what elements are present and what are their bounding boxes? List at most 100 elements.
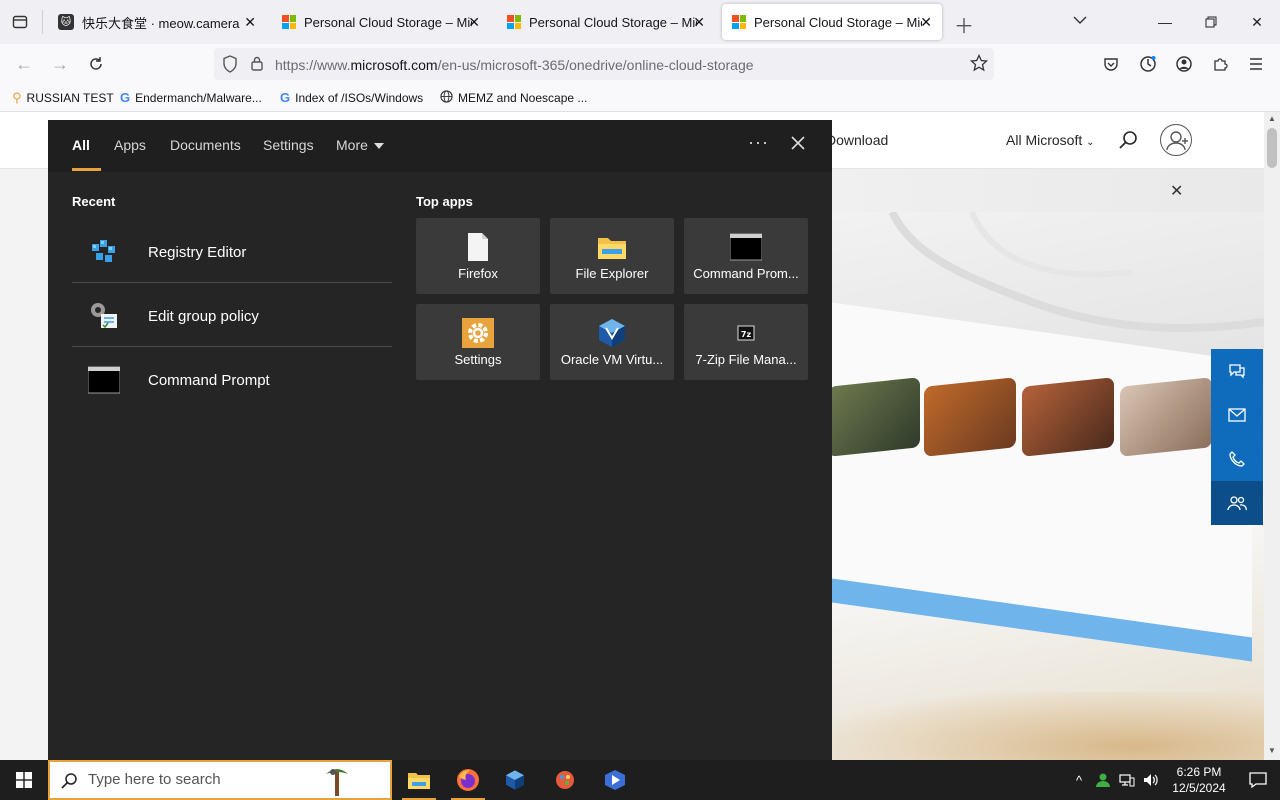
url-path: /en-us/microsoft-365/onedrive/online-clo… xyxy=(437,57,754,73)
tray-volume[interactable] xyxy=(1140,760,1162,800)
scrollbar-thumb[interactable] xyxy=(1267,128,1277,168)
taskbar-app[interactable] xyxy=(592,760,638,800)
site-search-icon[interactable] xyxy=(1118,129,1140,151)
url-text[interactable]: https://www.microsoft.com/en-us/microsof… xyxy=(275,57,754,73)
community-button[interactable] xyxy=(1211,481,1263,525)
recent-item-edit-group-policy[interactable]: Edit group policy xyxy=(72,284,392,348)
photo-thumbnail xyxy=(924,377,1016,457)
more-label: More xyxy=(336,137,368,153)
lock-icon[interactable] xyxy=(250,55,264,76)
email-button[interactable] xyxy=(1211,393,1263,437)
tray-network[interactable] xyxy=(1116,760,1138,800)
filter-tab-apps[interactable]: Apps xyxy=(114,137,146,153)
top-app-command-prompt[interactable]: Command Prom... xyxy=(684,218,808,294)
filter-tab-all[interactable]: All xyxy=(72,137,90,153)
recent-item-registry-editor[interactable]: Registry Editor xyxy=(72,220,392,284)
taskbar-search-box[interactable] xyxy=(48,760,392,800)
top-app-label: 7-Zip File Mana... xyxy=(695,352,797,367)
tab-close-icon[interactable]: ✕ xyxy=(244,14,256,31)
close-window-button[interactable]: ✕ xyxy=(1234,0,1280,44)
taskbar-search-input[interactable] xyxy=(88,771,308,788)
chat-button[interactable] xyxy=(1211,349,1263,393)
caret-down-icon xyxy=(373,143,384,150)
taskbar-file-explorer[interactable] xyxy=(396,760,442,800)
close-flyout-button[interactable] xyxy=(790,134,806,157)
virtualbox-icon xyxy=(506,770,524,790)
tab-personal-cloud-active[interactable]: Personal Cloud Storage – Microsoft 365 ✕ xyxy=(722,4,942,40)
tab-close-icon[interactable]: ✕ xyxy=(693,14,705,31)
taskbar-firefox[interactable] xyxy=(445,760,491,800)
tracking-protection-shield-icon[interactable] xyxy=(222,55,238,78)
more-options-button[interactable]: ··· xyxy=(748,132,769,153)
top-app-firefox[interactable]: Firefox xyxy=(416,218,540,294)
show-hidden-icons-button[interactable]: ^ xyxy=(1068,760,1090,800)
top-app-file-explorer[interactable]: File Explorer xyxy=(550,218,674,294)
phone-button[interactable] xyxy=(1211,437,1263,481)
taskbar-virtualbox[interactable] xyxy=(492,760,538,800)
photo-thumbnail xyxy=(1120,377,1212,457)
reload-button[interactable] xyxy=(82,50,110,78)
bookmark-label: RUSSIAN TEST xyxy=(26,91,114,105)
new-tab-button[interactable]: ＋ xyxy=(954,10,974,39)
windows-logo-icon xyxy=(16,772,32,788)
pocket-button[interactable] xyxy=(1097,50,1125,78)
tab-personal-cloud-1[interactable]: Personal Cloud Storage – Microsoft 365 ✕ xyxy=(272,4,490,40)
list-all-tabs-button[interactable] xyxy=(1073,12,1087,28)
all-microsoft-menu[interactable]: All Microsoft ⌄ xyxy=(1006,132,1095,148)
taskbar-paint[interactable] xyxy=(542,760,588,800)
back-button[interactable]: ← xyxy=(10,50,38,78)
scroll-up-icon[interactable]: ▲ xyxy=(1268,114,1276,123)
firefox-view-button[interactable] xyxy=(6,8,34,36)
recent-item-command-prompt[interactable]: Command Prompt xyxy=(72,348,392,412)
top-app-oracle-vm-virtualbox[interactable]: Oracle VM Virtu... xyxy=(550,304,674,380)
browser-tab-bar: 🐱 快乐大食堂 · meow.camera ✕ Personal Cloud S… xyxy=(0,0,1280,44)
virtualbox-icon xyxy=(599,319,625,347)
page-scrollbar[interactable]: ▲ ▼ xyxy=(1264,112,1280,760)
action-center-button[interactable] xyxy=(1236,760,1280,800)
account-button[interactable] xyxy=(1170,50,1198,78)
start-button[interactable] xyxy=(0,760,48,800)
top-app-7zip[interactable]: 7z 7-Zip File Mana... xyxy=(684,304,808,380)
app-icon xyxy=(605,770,625,790)
tab-close-icon[interactable]: ✕ xyxy=(920,14,932,31)
speaker-icon xyxy=(1144,774,1158,786)
tab-personal-cloud-2[interactable]: Personal Cloud Storage – Microsoft 365 ✕ xyxy=(497,4,715,40)
filter-tab-documents[interactable]: Documents xyxy=(170,137,241,153)
search-filter-bar: All Apps Documents Settings More ··· xyxy=(48,120,832,172)
close-icon: ✕ xyxy=(1170,183,1184,200)
restore-button[interactable] xyxy=(1188,0,1234,44)
tab-close-icon[interactable]: ✕ xyxy=(468,14,480,31)
sync-button[interactable] xyxy=(1134,50,1162,78)
firefox-view-icon xyxy=(12,15,28,29)
active-tab-indicator xyxy=(72,168,101,171)
file-icon xyxy=(468,233,488,261)
filter-tab-settings[interactable]: Settings xyxy=(263,137,314,153)
banner-close-button[interactable]: ✕ xyxy=(1170,181,1183,201)
filter-tab-more[interactable]: More xyxy=(336,137,384,153)
tab-separator xyxy=(42,10,43,34)
tab-title: 快乐大食堂 · meow.camera xyxy=(82,15,240,31)
forward-button[interactable]: → xyxy=(46,50,74,78)
extensions-button[interactable] xyxy=(1206,50,1234,78)
chat-icon xyxy=(1229,364,1245,379)
bookmark-index-isos[interactable]: G Index of /ISOs/Windows xyxy=(280,90,423,105)
download-link[interactable]: Download xyxy=(826,132,888,148)
recent-item-label: Edit group policy xyxy=(148,307,259,325)
bookmark-endermanch-malware[interactable]: G Endermanch/Malware... xyxy=(120,90,262,105)
bookmark-russian-test[interactable]: ⚲ RUSSIAN TEST xyxy=(12,90,114,106)
address-bar[interactable]: https://www.microsoft.com/en-us/microsof… xyxy=(214,48,994,80)
tab-meow-camera[interactable]: 🐱 快乐大食堂 · meow.camera ✕ xyxy=(48,4,266,40)
scroll-down-icon[interactable]: ▼ xyxy=(1268,746,1276,755)
bookmark-star-icon[interactable] xyxy=(969,53,989,77)
minimize-button[interactable]: — xyxy=(1142,0,1188,44)
registry-editor-icon xyxy=(92,240,115,262)
search-icon: ⚲ xyxy=(12,90,22,105)
url-domain: microsoft.com xyxy=(350,57,438,73)
firefox-icon xyxy=(457,769,479,791)
tray-user-status[interactable] xyxy=(1092,760,1114,800)
taskbar-clock[interactable]: 6:26 PM 12/5/2024 xyxy=(1162,764,1236,796)
top-app-settings[interactable]: Settings xyxy=(416,304,540,380)
sign-in-avatar-icon[interactable] xyxy=(1160,124,1192,156)
menu-button[interactable] xyxy=(1242,50,1270,78)
bookmark-memz[interactable]: MEMZ and Noescape ... xyxy=(440,90,587,106)
